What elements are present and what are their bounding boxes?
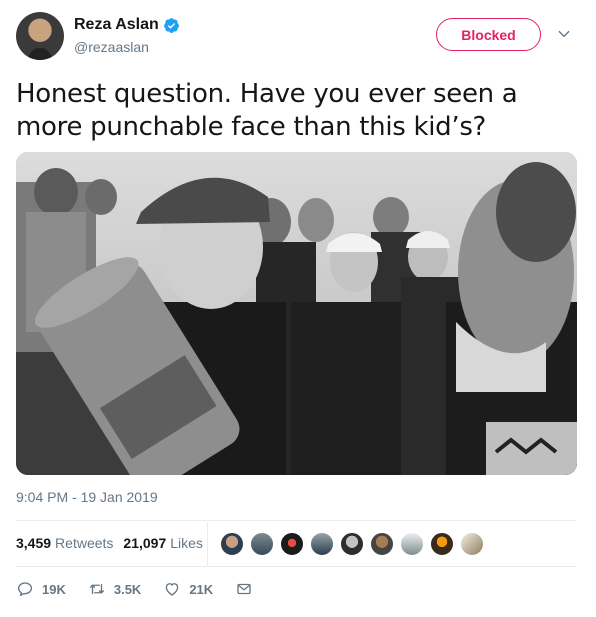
- retweet-count: 3.5K: [113, 581, 142, 597]
- author-name-row: Reza Aslan: [74, 16, 180, 34]
- liker-avatar[interactable]: [280, 532, 304, 556]
- retweets-stat[interactable]: 3,459 Retweets: [16, 535, 113, 551]
- liker-avatar[interactable]: [310, 532, 334, 556]
- retweets-label: Retweets: [55, 535, 114, 551]
- liker-avatar[interactable]: [460, 532, 484, 556]
- blocked-button[interactable]: Blocked: [436, 18, 541, 51]
- reply-action[interactable]: 19K: [16, 580, 66, 598]
- heart-icon: [166, 583, 179, 596]
- tweet-timestamp[interactable]: 9:04 PM - 19 Jan 2019: [16, 489, 158, 505]
- envelope-icon: [237, 583, 251, 595]
- reply-icon: [17, 582, 33, 597]
- divider-top: [16, 520, 576, 521]
- likes-count: 21,097: [123, 535, 167, 551]
- tweet-text: Honest question. Have you ever seen a mo…: [16, 79, 518, 142]
- divider-bottom: [16, 566, 576, 567]
- like-count: 21K: [189, 581, 214, 597]
- tweet-header: Reza Aslan @rezaaslan Blocked: [16, 12, 580, 62]
- liker-avatar[interactable]: [430, 532, 454, 556]
- retweet-action[interactable]: 3.5K: [88, 580, 141, 598]
- like-action[interactable]: 21K: [163, 580, 213, 598]
- liker-avatar[interactable]: [220, 532, 244, 556]
- liker-avatar[interactable]: [400, 532, 424, 556]
- retweets-count: 3,459: [16, 535, 52, 551]
- liker-avatar[interactable]: [250, 532, 274, 556]
- reply-count: 19K: [42, 581, 66, 597]
- retweet-icon: [89, 583, 104, 595]
- author-avatar[interactable]: [16, 12, 64, 60]
- tweet-actions: 19K 3.5K 21K: [16, 580, 283, 598]
- author-name[interactable]: Reza Aslan: [74, 16, 159, 34]
- liker-avatar[interactable]: [340, 532, 364, 556]
- verified-badge-icon: [163, 17, 179, 33]
- liker-avatars: [220, 532, 490, 556]
- direct-message-action[interactable]: [235, 580, 261, 598]
- tweet-stats: 3,459 Retweets 21,097 Likes: [16, 535, 213, 551]
- likes-stat[interactable]: 21,097 Likes: [123, 535, 203, 551]
- tweet-photo[interactable]: [16, 152, 577, 475]
- liker-avatar[interactable]: [370, 532, 394, 556]
- stats-separator: [207, 522, 208, 566]
- tweet-photo-image: [16, 152, 577, 475]
- likes-label: Likes: [170, 535, 203, 551]
- chevron-down-icon[interactable]: [557, 27, 571, 41]
- author-handle[interactable]: @rezaaslan: [74, 39, 149, 55]
